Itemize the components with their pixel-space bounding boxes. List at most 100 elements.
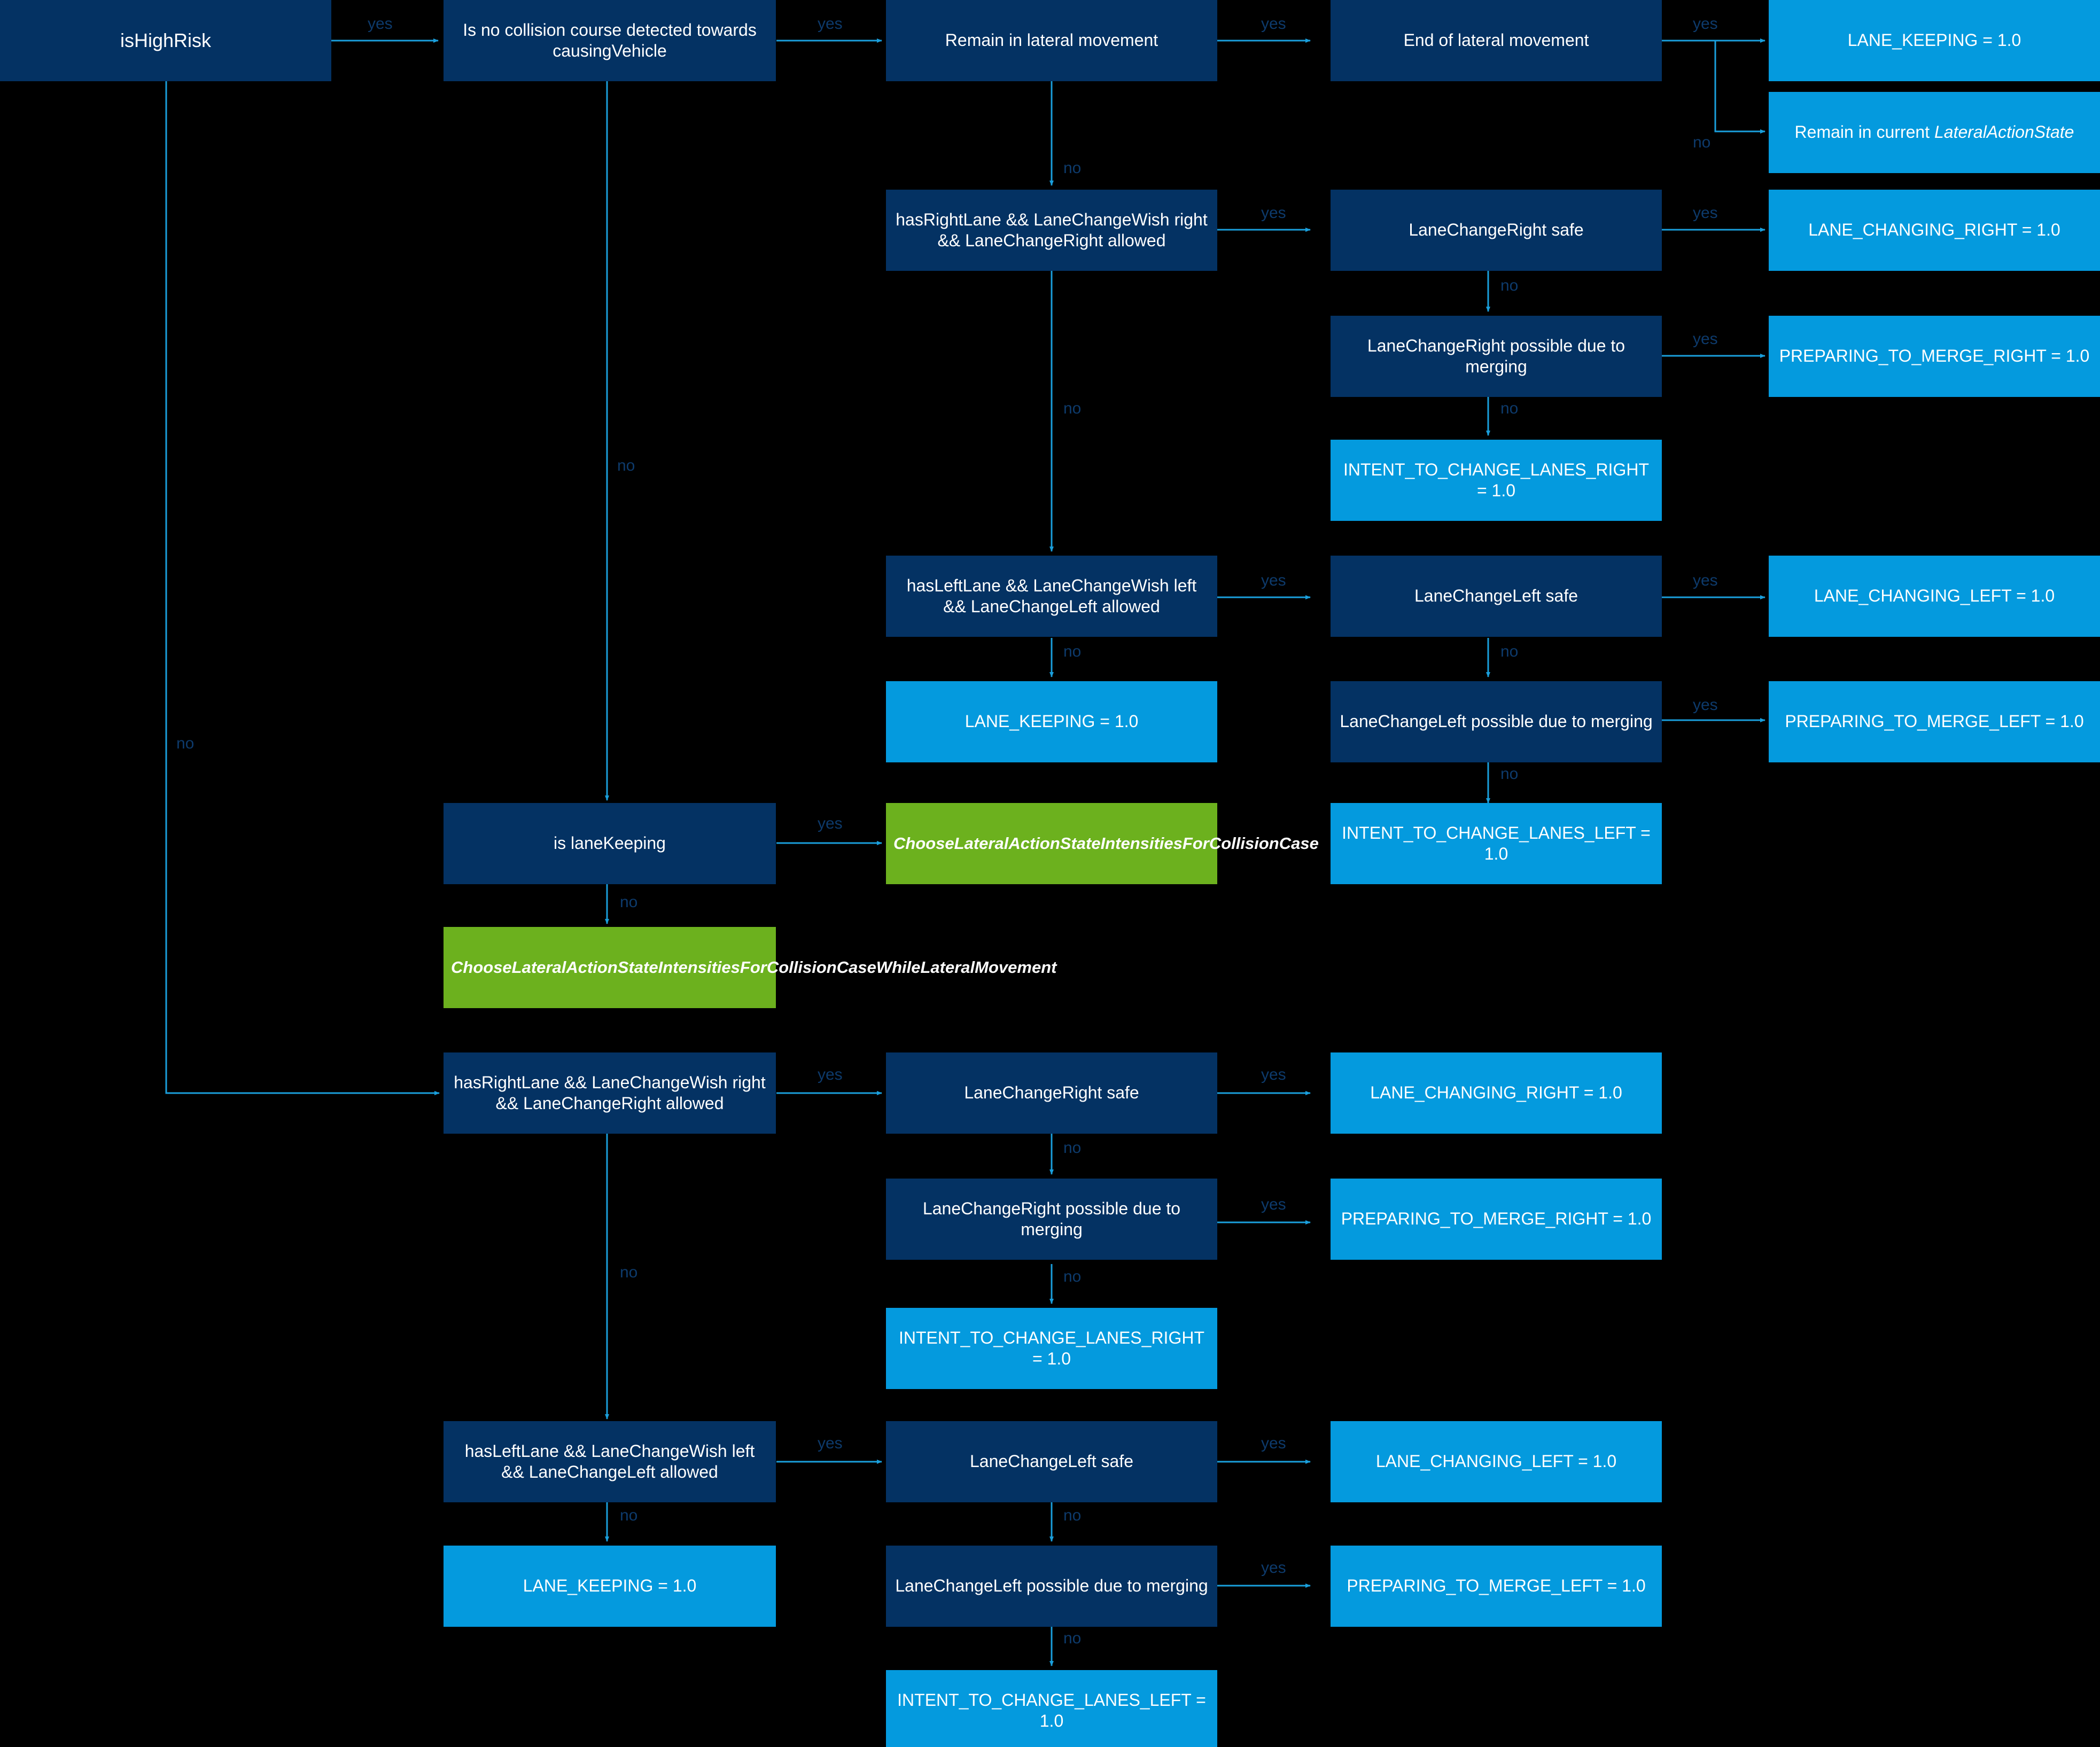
edge-label-hasrightlanea-no: no bbox=[1063, 400, 1082, 417]
node-lane-changing-left-b[interactable]: LANE_CHANGING_LEFT = 1.0 bbox=[1331, 1421, 1662, 1502]
node-lane-change-right-merge-b[interactable]: LaneChangeRight possible due to merging bbox=[886, 1179, 1217, 1260]
node-lane-changing-right-a[interactable]: LANE_CHANGING_RIGHT = 1.0 bbox=[1769, 190, 2100, 271]
node-lane-keeping-a[interactable]: LANE_KEEPING = 1.0 bbox=[886, 681, 1217, 762]
node-has-left-lane-b[interactable]: hasLeftLane && LaneChangeWish left && La… bbox=[444, 1421, 776, 1502]
node-label: INTENT_TO_CHANGE_LANES_RIGHT = 1.0 bbox=[1343, 459, 1649, 500]
node-lane-change-left-merge-a[interactable]: LaneChangeLeft possible due to merging bbox=[1331, 681, 1662, 762]
edge-label-hasrightlanea-yes: yes bbox=[1261, 204, 1286, 222]
node-label: INTENT_TO_CHANGE_LANES_LEFT = 1.0 bbox=[897, 1690, 1206, 1730]
node-intent-to-change-lanes-left-a[interactable]: INTENT_TO_CHANGE_LANES_LEFT = 1.0 bbox=[1331, 803, 1662, 884]
edge-label-nocollision-yes: yes bbox=[818, 15, 843, 33]
node-label: LaneChangeRight possible due to merging bbox=[922, 1198, 1181, 1239]
node-is-high-risk[interactable]: isHighRisk bbox=[0, 0, 331, 81]
node-lane-change-left-safe-a[interactable]: LaneChangeLeft safe bbox=[1331, 556, 1662, 637]
node-label: PREPARING_TO_MERGE_LEFT = 1.0 bbox=[1347, 1576, 1646, 1596]
node-lane-changing-right-b[interactable]: LANE_CHANGING_RIGHT = 1.0 bbox=[1331, 1052, 1662, 1134]
edge-label-ishighrisk-no: no bbox=[176, 735, 195, 752]
node-label: PREPARING_TO_MERGE_LEFT = 1.0 bbox=[1785, 712, 2084, 731]
node-remain-in-lateral-movement[interactable]: Remain in lateral movement bbox=[886, 0, 1217, 81]
node-has-left-lane-a[interactable]: hasLeftLane && LaneChangeWish left && La… bbox=[886, 556, 1217, 637]
node-preparing-to-merge-right-b[interactable]: PREPARING_TO_MERGE_RIGHT = 1.0 bbox=[1331, 1179, 1662, 1260]
edge-label-remainlateral-no: no bbox=[1063, 159, 1082, 177]
node-lane-change-right-safe-b[interactable]: LaneChangeRight safe bbox=[886, 1052, 1217, 1134]
node-label: LaneChangeRight possible due to merging bbox=[1367, 336, 1625, 376]
node-label: LANE_CHANGING_RIGHT = 1.0 bbox=[1808, 220, 2060, 240]
edge-label-lcrsafeb-no: no bbox=[1063, 1139, 1082, 1157]
edge-label-lclmergeb-yes: yes bbox=[1261, 1559, 1286, 1577]
edge-label-islanekeeping-no: no bbox=[620, 893, 638, 911]
node-label: LaneChangeRight safe bbox=[964, 1083, 1139, 1103]
node-label: Remain in current LateralActionState bbox=[1776, 122, 2093, 143]
node-label: LaneChangeLeft possible due to merging bbox=[1340, 712, 1653, 731]
node-lane-keeping-top[interactable]: LANE_KEEPING = 1.0 bbox=[1769, 0, 2100, 81]
edge-endlateral-no bbox=[1714, 41, 1765, 134]
node-preparing-to-merge-left-b[interactable]: PREPARING_TO_MERGE_LEFT = 1.0 bbox=[1331, 1546, 1662, 1627]
node-label: isHighRisk bbox=[120, 29, 212, 52]
node-label: ChooseLateralActionStateIntensitiesForCo… bbox=[893, 834, 1319, 853]
edge-label-lclsafeb-yes: yes bbox=[1261, 1434, 1286, 1452]
edge-label-remainlateral-yes: yes bbox=[1261, 15, 1286, 33]
node-label: PREPARING_TO_MERGE_RIGHT = 1.0 bbox=[1341, 1209, 1652, 1229]
node-end-of-lateral-movement[interactable]: End of lateral movement bbox=[1331, 0, 1662, 81]
edge-label-ishighrisk-yes: yes bbox=[368, 15, 393, 33]
node-label: LANE_KEEPING = 1.0 bbox=[523, 1576, 697, 1596]
node-is-lane-keeping[interactable]: is laneKeeping bbox=[444, 803, 776, 884]
edge-label-lcrmergeb-no: no bbox=[1063, 1268, 1082, 1285]
node-label: PREPARING_TO_MERGE_RIGHT = 1.0 bbox=[1779, 346, 2090, 366]
edge-label-endlateral-no: no bbox=[1693, 134, 1711, 151]
node-choose-collision-case-while-lateral-movement[interactable]: ChooseLateralActionStateIntensitiesForCo… bbox=[444, 927, 1057, 1008]
node-has-right-lane-b[interactable]: hasRightLane && LaneChangeWish right && … bbox=[444, 1052, 776, 1134]
edge-label-lclsafea-no: no bbox=[1500, 643, 1519, 660]
node-label-text: Remain in current LateralActionState bbox=[1794, 122, 2074, 142]
node-label: LANE_KEEPING = 1.0 bbox=[1847, 30, 2021, 50]
node-lane-keeping-b[interactable]: LANE_KEEPING = 1.0 bbox=[444, 1546, 776, 1627]
node-label: LANE_KEEPING = 1.0 bbox=[965, 712, 1139, 731]
node-label: INTENT_TO_CHANGE_LANES_LEFT = 1.0 bbox=[1342, 823, 1651, 863]
node-lane-change-right-safe-a[interactable]: LaneChangeRight safe bbox=[1331, 190, 1662, 271]
node-label: End of lateral movement bbox=[1403, 30, 1589, 50]
node-lane-change-left-safe-b[interactable]: LaneChangeLeft safe bbox=[886, 1421, 1217, 1502]
node-label: hasLeftLane && LaneChangeWish left && La… bbox=[464, 1441, 755, 1481]
node-lane-change-left-merge-b[interactable]: LaneChangeLeft possible due to merging bbox=[886, 1546, 1217, 1627]
edge-label-hasleftlanea-yes: yes bbox=[1261, 572, 1286, 589]
node-label: LaneChangeRight safe bbox=[1409, 220, 1584, 240]
edge-label-hasrightlaneb-yes: yes bbox=[818, 1066, 843, 1083]
node-label: hasLeftLane && LaneChangeWish left && La… bbox=[906, 575, 1197, 616]
edge-label-lclmergea-yes: yes bbox=[1693, 696, 1718, 714]
node-label: LANE_CHANGING_RIGHT = 1.0 bbox=[1370, 1083, 1622, 1103]
node-label: Remain in lateral movement bbox=[945, 30, 1158, 50]
edge-ishighrisk-no bbox=[165, 81, 440, 1095]
edge-label-lcrmergea-no: no bbox=[1500, 400, 1519, 417]
edge-label-lclmergea-no: no bbox=[1500, 765, 1519, 783]
node-label: ChooseLateralActionStateIntensitiesForCo… bbox=[451, 958, 1057, 977]
node-label: LaneChangeLeft safe bbox=[969, 1452, 1134, 1471]
node-has-right-lane-a[interactable]: hasRightLane && LaneChangeWish right && … bbox=[886, 190, 1217, 271]
node-label: is laneKeeping bbox=[554, 833, 666, 853]
node-intent-to-change-lanes-left-b[interactable]: INTENT_TO_CHANGE_LANES_LEFT = 1.0 bbox=[886, 1670, 1217, 1747]
edge-label-lcrsafea-no: no bbox=[1500, 277, 1519, 294]
edge-label-lcrmergeb-yes: yes bbox=[1261, 1196, 1286, 1213]
edge-label-hasleftlaneb-no: no bbox=[620, 1507, 638, 1524]
node-intent-to-change-lanes-right-b[interactable]: INTENT_TO_CHANGE_LANES_RIGHT = 1.0 bbox=[886, 1308, 1217, 1389]
node-label: hasRightLane && LaneChangeWish right && … bbox=[896, 209, 1208, 250]
node-lane-changing-left-a[interactable]: LANE_CHANGING_LEFT = 1.0 bbox=[1769, 556, 2100, 637]
edge-label-lcrsafeb-yes: yes bbox=[1261, 1066, 1286, 1083]
node-preparing-to-merge-right-a[interactable]: PREPARING_TO_MERGE_RIGHT = 1.0 bbox=[1769, 316, 2100, 397]
edge-label-hasleftlaneb-yes: yes bbox=[818, 1434, 843, 1452]
node-intent-to-change-lanes-right-a[interactable]: INTENT_TO_CHANGE_LANES_RIGHT = 1.0 bbox=[1331, 440, 1662, 521]
node-no-collision-course[interactable]: Is no collision course detected towards … bbox=[444, 0, 776, 81]
node-choose-collision-case[interactable]: ChooseLateralActionStateIntensitiesForCo… bbox=[886, 803, 1319, 884]
node-label: LaneChangeLeft possible due to merging bbox=[895, 1576, 1208, 1596]
node-label: LANE_CHANGING_LEFT = 1.0 bbox=[1814, 586, 2055, 606]
node-preparing-to-merge-left-a[interactable]: PREPARING_TO_MERGE_LEFT = 1.0 bbox=[1769, 681, 2100, 762]
node-label: INTENT_TO_CHANGE_LANES_RIGHT = 1.0 bbox=[899, 1328, 1204, 1368]
edge-label-lclsafeb-no: no bbox=[1063, 1507, 1082, 1524]
edge-label-nocollision-no: no bbox=[617, 457, 635, 474]
edge-label-hasrightlaneb-no: no bbox=[620, 1264, 638, 1281]
italic-term: LateralActionState bbox=[1934, 122, 2074, 142]
node-label: Is no collision course detected towards … bbox=[463, 20, 757, 60]
node-label: LANE_CHANGING_LEFT = 1.0 bbox=[1375, 1452, 1617, 1471]
edge-label-lcrsafea-yes: yes bbox=[1693, 204, 1718, 222]
node-remain-in-current-lateral-action-state[interactable]: Remain in current LateralActionState bbox=[1769, 92, 2100, 173]
node-lane-change-right-merge-a[interactable]: LaneChangeRight possible due to merging bbox=[1331, 316, 1662, 397]
